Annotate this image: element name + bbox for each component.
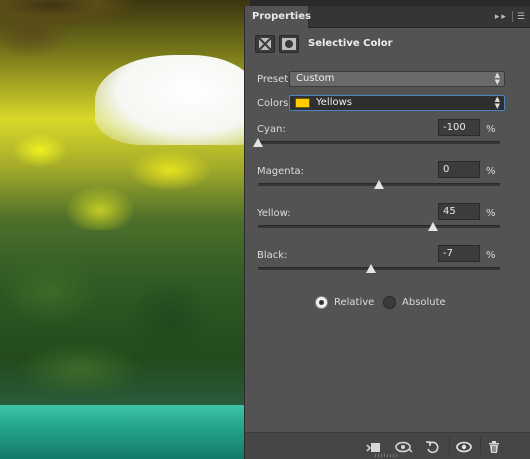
radio-relative[interactable]: Relative [315,294,374,310]
panel-footer [245,432,530,459]
background-photo [0,0,250,459]
slider-value-input[interactable]: -7 [438,245,480,262]
slider-thumb[interactable] [253,138,263,147]
slider-track[interactable] [258,222,500,231]
reset-icon[interactable] [425,439,441,455]
radio-dot-icon [315,295,328,309]
visibility-eye-icon[interactable] [456,439,472,455]
panel-tab-bar: Properties ▸▸ ☰ [245,6,530,28]
radio-label: Relative [334,296,375,308]
panel-menu-icon[interactable]: ☰ [517,12,527,22]
slider-thumb[interactable] [428,222,439,231]
slider-unit: % [486,250,496,261]
slider-track[interactable] [258,264,500,273]
adjustment-title: Selective Color [308,38,393,49]
selective-color-icon[interactable] [255,35,275,53]
colors-label: Colors: [257,98,292,109]
properties-panel: Properties ▸▸ ☰ Selective Color Preset: C… [244,6,530,459]
view-previous-state-icon[interactable] [395,439,413,455]
slider-track[interactable] [258,180,500,189]
divider [511,11,513,22]
colors-value: Yellows [316,97,352,108]
clip-to-layer-icon[interactable] [365,439,381,455]
tab-buttons: ▸▸ ☰ [495,11,527,22]
river-water [0,405,250,459]
slider-label: Cyan: [257,124,286,135]
green-forest [0,230,250,400]
slider-track[interactable] [253,138,500,147]
radio-dot-icon [383,295,396,309]
slider-yellow: Yellow: 45 % [257,203,507,244]
slider-unit: % [486,124,496,135]
preset-label: Preset: [257,74,292,85]
resize-grip[interactable] [375,454,397,457]
slider-value-input[interactable]: 0 [438,161,480,178]
select-arrows-icon: ▲ ▼ [494,71,500,86]
yellow-swatch-icon [295,98,310,108]
slider-value-input[interactable]: -100 [438,119,480,136]
divider [480,437,481,455]
slider-magenta: Magenta: 0 % [257,161,507,202]
colors-select[interactable]: Yellows ▲ ▼ [289,95,505,111]
preset-select[interactable]: Custom ▲ ▼ [289,71,505,87]
slider-label: Magenta: [257,166,305,177]
trash-icon[interactable] [486,439,502,455]
slider-unit: % [486,208,496,219]
slider-cyan: Cyan: -100 % [253,119,507,160]
slider-unit: % [486,166,496,177]
select-arrows-icon: ▲ ▼ [494,95,500,110]
slider-black: Black: -7 % [257,245,507,286]
slider-thumb[interactable] [374,180,384,189]
slider-thumb[interactable] [365,264,376,273]
collapse-icon[interactable]: ▸▸ [495,12,508,22]
divider [449,437,450,455]
yellow-foliage [0,110,250,230]
radio-label: Absolute [402,296,446,308]
slider-label: Black: [257,250,288,261]
preset-value: Custom [296,73,335,84]
tab-properties[interactable]: Properties [245,6,311,28]
radio-absolute[interactable]: Absolute [383,294,446,310]
slider-value-input[interactable]: 45 [438,203,480,220]
slider-label: Yellow: [257,208,291,219]
layer-mask-icon[interactable] [279,35,299,53]
